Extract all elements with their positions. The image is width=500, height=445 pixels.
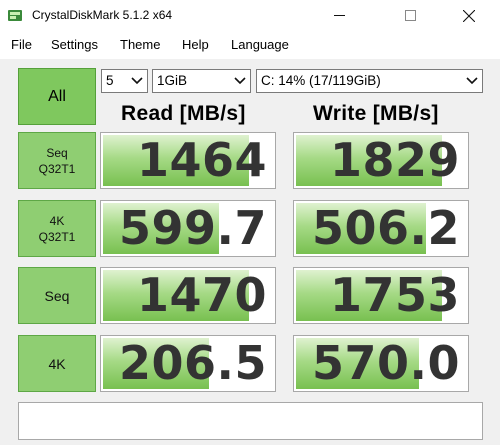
- read-value: 599.7: [118, 201, 267, 255]
- row-label-line2: Q32T1: [38, 161, 76, 176]
- 4k-q32t1-write-result: 506.2: [293, 200, 469, 257]
- menu-file[interactable]: File: [11, 37, 32, 52]
- maximize-button[interactable]: [387, 0, 433, 31]
- read-value: 206.5: [118, 336, 267, 390]
- row-label-line1: Seq: [46, 145, 68, 160]
- 4k-q32t1-button[interactable]: 4K Q32T1: [18, 200, 96, 257]
- menu-bar: File Settings Theme Help Language: [0, 31, 500, 59]
- close-button[interactable]: [446, 0, 492, 31]
- chevron-down-icon: [466, 70, 478, 92]
- test-size-value: 1GiB: [157, 73, 188, 88]
- test-count-select[interactable]: 5: [101, 69, 148, 93]
- test-size-select[interactable]: 1GiB: [152, 69, 251, 93]
- read-value: 1464: [136, 133, 267, 187]
- menu-help[interactable]: Help: [182, 37, 209, 52]
- all-button[interactable]: All: [18, 68, 96, 125]
- row-label-line2: Q32T1: [38, 229, 76, 244]
- comment-field[interactable]: [18, 402, 483, 440]
- minimize-icon: [333, 15, 345, 16]
- seq-q32t1-read-result: 1464: [100, 132, 276, 189]
- write-header: Write [MB/s]: [313, 102, 439, 125]
- main-panel: All 5 1GiB C: 14% (17/119GiB) Read [MB/s…: [0, 59, 500, 445]
- drive-select[interactable]: C: 14% (17/119GiB): [256, 69, 483, 93]
- menu-settings[interactable]: Settings: [51, 37, 98, 52]
- write-value: 1753: [329, 268, 460, 322]
- read-header: Read [MB/s]: [121, 102, 246, 125]
- minimize-button[interactable]: [316, 0, 362, 31]
- write-value: 570.0: [311, 336, 460, 390]
- menu-theme[interactable]: Theme: [120, 37, 160, 52]
- write-value: 1829: [329, 133, 460, 187]
- read-value: 1470: [136, 268, 267, 322]
- 4k-read-result: 206.5: [100, 335, 276, 392]
- chevron-down-icon: [234, 70, 246, 92]
- row-label-line1: 4K: [49, 213, 65, 228]
- seq-button[interactable]: Seq: [18, 267, 96, 324]
- window-title: CrystalDiskMark 5.1.2 x64: [32, 8, 173, 22]
- title-bar: CrystalDiskMark 5.1.2 x64: [0, 0, 500, 31]
- seq-read-result: 1470: [100, 267, 276, 324]
- chevron-down-icon: [131, 70, 143, 92]
- 4k-q32t1-read-result: 599.7: [100, 200, 276, 257]
- test-count-value: 5: [106, 73, 114, 88]
- crystaldiskmark-icon: [8, 10, 22, 21]
- seq-write-result: 1753: [293, 267, 469, 324]
- drive-value: C: 14% (17/119GiB): [261, 73, 381, 88]
- seq-q32t1-write-result: 1829: [293, 132, 469, 189]
- row-label-line1: 4K: [48, 355, 66, 372]
- write-value: 506.2: [311, 201, 460, 255]
- row-label-line1: Seq: [44, 287, 70, 304]
- seq-q32t1-button[interactable]: Seq Q32T1: [18, 132, 96, 189]
- maximize-icon: [404, 10, 416, 21]
- menu-language[interactable]: Language: [231, 37, 289, 52]
- close-icon: [463, 9, 475, 22]
- 4k-button[interactable]: 4K: [18, 335, 96, 392]
- 4k-write-result: 570.0: [293, 335, 469, 392]
